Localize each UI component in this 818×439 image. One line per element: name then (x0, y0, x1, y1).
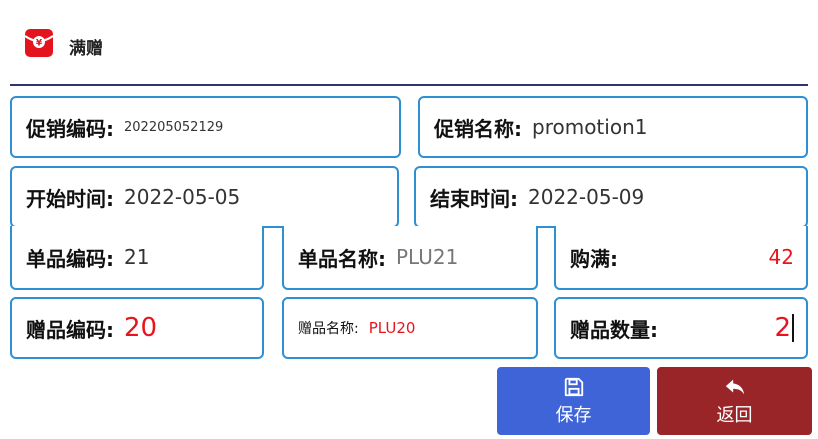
gift-qty-label: 赠品数量: (570, 317, 658, 342)
gift-name-value: PLU20 (368, 319, 416, 337)
item-code-value: 21 (124, 245, 150, 269)
promo-name-label: 促销名称: (434, 116, 522, 141)
purchase-full-value: 42 (768, 245, 794, 269)
gift-name-label: 赠品名称: (298, 321, 359, 337)
promo-name-value: promotion1 (532, 115, 648, 139)
item-name-value: PLU21 (396, 245, 459, 269)
floppy-disk-icon (564, 377, 583, 396)
gift-qty-value[interactable]: 2 (774, 313, 791, 343)
text-caret (792, 314, 794, 342)
back-button-label: 返回 (716, 404, 753, 426)
gift-name-field[interactable]: 赠品名称: PLU20 (282, 297, 538, 359)
purchase-full-field[interactable]: 购满: 42 (554, 226, 808, 290)
gift-code-field[interactable]: 赠品编码: 20 (10, 297, 264, 359)
end-time-label: 结束时间: (430, 186, 518, 211)
item-code-label: 单品编码: (26, 246, 114, 271)
promo-code-value: 202205052129 (124, 119, 224, 135)
start-time-label: 开始时间: (26, 186, 114, 211)
header-bar: ¥ 满赠 (0, 0, 818, 84)
gift-code-value: 20 (124, 313, 158, 343)
red-envelope-yuan-icon: ¥ (24, 29, 54, 57)
start-time-field[interactable]: 开始时间: 2022-05-05 (10, 166, 399, 228)
end-time-field[interactable]: 结束时间: 2022-05-09 (414, 166, 808, 228)
svg-text:¥: ¥ (36, 39, 43, 49)
save-button[interactable]: 保存 (497, 367, 650, 435)
gift-code-label: 赠品编码: (26, 317, 114, 342)
end-time-value: 2022-05-09 (528, 185, 645, 209)
gift-qty-input[interactable]: 赠品数量: 2 (554, 297, 808, 359)
header-divider (10, 84, 808, 86)
promo-name-field[interactable]: 促销名称: promotion1 (418, 96, 808, 158)
page-title: 满赠 (69, 39, 103, 59)
item-name-field[interactable]: 单品名称: PLU21 (282, 226, 538, 290)
reply-arrow-icon (725, 379, 744, 394)
item-code-field[interactable]: 单品编码: 21 (10, 226, 264, 290)
promo-code-field[interactable]: 促销编码: 202205052129 (10, 96, 401, 158)
save-button-label: 保存 (555, 404, 592, 426)
back-button[interactable]: 返回 (657, 367, 812, 435)
promo-code-label: 促销编码: (26, 116, 114, 141)
purchase-full-label: 购满: (570, 246, 618, 271)
start-time-value: 2022-05-05 (124, 185, 241, 209)
item-name-label: 单品名称: (298, 246, 386, 271)
